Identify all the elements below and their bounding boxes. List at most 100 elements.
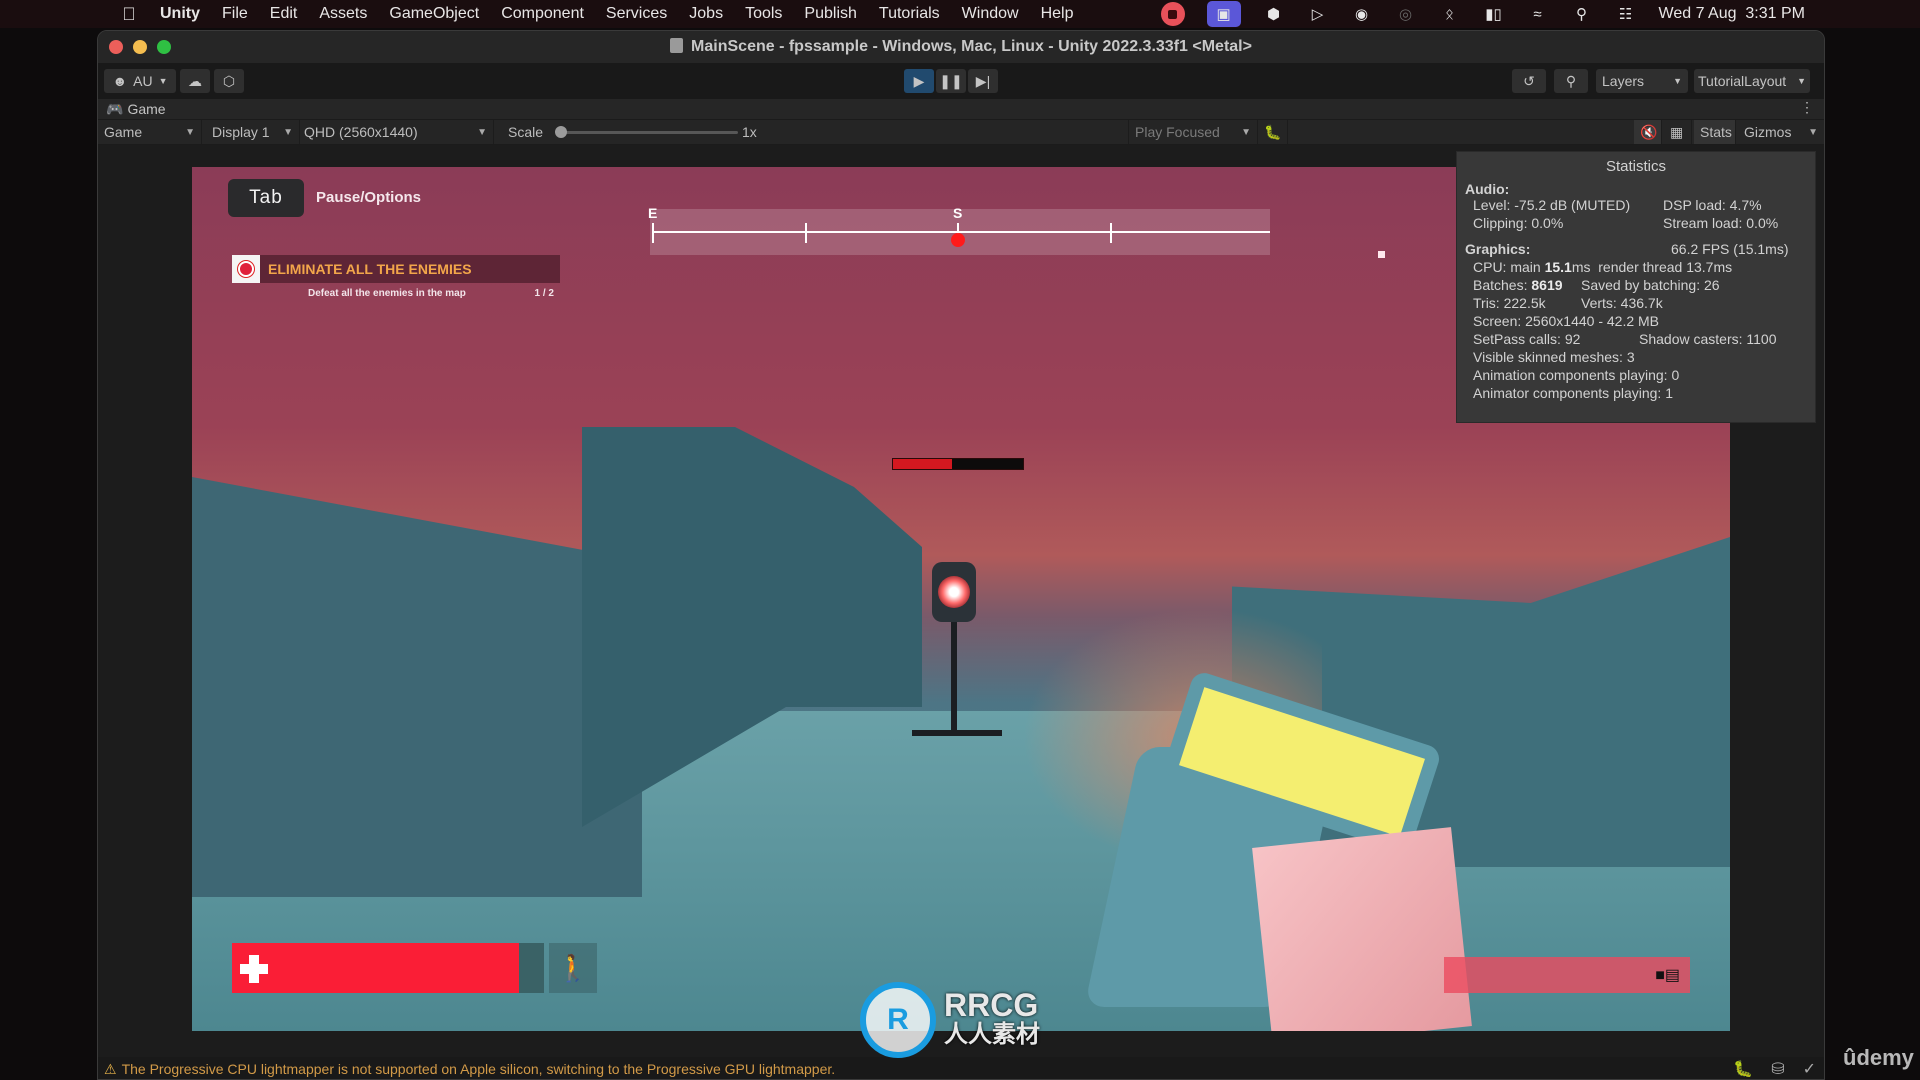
scale-label: Scale [508,124,544,140]
objective-title: ELIMINATE ALL THE ENEMIES [260,255,560,283]
health-cross-icon [240,955,268,983]
cache-server-icon[interactable]: ⛁ [1771,1059,1784,1079]
game-view-tab[interactable]: 🎮 Game ⋮ [98,99,1824,119]
turret-eye [938,576,970,608]
play-icon: ▶ [913,72,925,89]
play-button[interactable]: ▶ [904,69,934,93]
view-mode-dropdown[interactable]: Game ▼ [98,120,202,144]
play-mode-dropdown[interactable]: Play Focused ▼ [1128,120,1258,144]
compass-bar: ES [648,205,1270,255]
debug-off-icon[interactable]: 🐛 [1733,1059,1753,1079]
menu-file[interactable]: File [222,5,248,23]
menu-assets[interactable]: Assets [319,5,367,23]
menu-tools[interactable]: Tools [745,5,782,23]
menu-help[interactable]: Help [1041,5,1074,23]
unity-version-control-button[interactable]: ⬡ [214,69,244,93]
version-control-icon: ⬡ [222,72,236,89]
chevron-down-icon: ▼ [1673,76,1682,86]
enemy-turret [912,562,1002,762]
cloud-button[interactable]: ☁ [180,69,210,93]
status-check-icon[interactable]: ✓ [1803,1059,1816,1079]
battery-icon[interactable]: ▮▯ [1483,3,1505,25]
weapon-ammo-bar: ■▤ [1444,957,1690,993]
menu-publish[interactable]: Publish [804,5,856,23]
window-title: MainScene - fpssample - Windows, Mac, Li… [98,38,1824,56]
audio-level: Level: -75.2 dB (MUTED) [1473,197,1631,213]
display-dropdown[interactable]: Display 1 ▼ [204,120,300,144]
apple-menu-icon[interactable]:  [120,4,138,24]
scene-file-icon [670,38,684,53]
stream-load: Stream load: 0.0% [1663,215,1779,231]
player-health-fill [232,943,520,993]
search-icon: ⚲ [1565,72,1577,89]
shortcuts-button[interactable]: ▦ [1664,120,1692,144]
compass-tick [652,223,654,243]
debug-button[interactable]: 🐛 [1258,120,1288,144]
turret-base [912,730,1002,736]
chevron-down-icon: ▼ [158,76,168,86]
record-stop-icon[interactable] [1160,2,1185,26]
macos-menubar:  Unity File Edit Assets GameObject Comp… [0,0,1920,28]
tab-key-hint: Tab [228,179,304,217]
skinned-meshes: Visible skinned meshes: 3 [1473,349,1635,365]
menu-tutorials[interactable]: Tutorials [879,5,940,23]
keyboard-icon: ▦ [1670,123,1684,140]
objective-description: Defeat all the enemies in the map [308,288,466,299]
chevron-down-icon: ▼ [185,126,195,138]
chevron-down-icon: ▼ [1797,76,1806,86]
verts-count: Verts: 436.7k [1581,295,1663,311]
unity-editor-window: MainScene - fpssample - Windows, Mac, Li… [97,30,1825,1080]
history-icon: ↺ [1523,72,1535,89]
compass-label-e: E [648,205,658,221]
warning-icon: ⚠ [104,1060,117,1077]
step-button[interactable]: ▶| [968,69,998,93]
game-viewport: Tab Pause/Options ELIMINATE ALL THE ENEM… [98,145,1824,1065]
spotlight-search-icon[interactable]: ⚲ [1571,3,1593,25]
undo-history-button[interactable]: ↺ [1512,69,1546,93]
menu-gameobject[interactable]: GameObject [389,5,479,23]
menu-services[interactable]: Services [606,5,667,23]
menu-app-unity[interactable]: Unity [160,5,200,23]
account-dropdown[interactable]: ☻ AU ▼ [104,69,176,93]
statistics-panel: Statistics Audio: Level: -75.2 dB (MUTED… [1456,151,1816,423]
weapon-crystal [1252,827,1472,1031]
waypoint-marker [1378,251,1385,258]
rrcg-logo-icon: R [860,982,936,1058]
mute-icon: 🔇 [1640,123,1658,140]
layout-dropdown[interactable]: TutorialLayout ▼ [1694,69,1810,93]
compass-tick [1109,223,1112,243]
play-circle-icon[interactable]: ▷ [1307,3,1329,25]
layers-dropdown[interactable]: Layers ▼ [1596,69,1688,93]
gamepad-icon: 🎮 [106,100,124,117]
screen-share-icon[interactable]: ▣ [1206,1,1241,27]
scale-slider-handle[interactable] [555,126,567,138]
more-options-icon[interactable]: ⋮ [1800,99,1814,116]
pause-button[interactable]: ❚❚ [936,69,966,93]
menu-component[interactable]: Component [501,5,584,23]
enemy-health-fill [893,459,952,469]
user-circle-icon[interactable]: ◉ [1351,3,1373,25]
bluetooth-icon[interactable]: ᛟ [1439,3,1461,25]
resolution-dropdown[interactable]: QHD (2560x1440) ▼ [300,120,494,144]
control-center-icon[interactable]: ☷ [1615,3,1637,25]
console-status-bar[interactable]: ⚠ The Progressive CPU lightmapper is not… [98,1057,1824,1079]
airdrop-icon[interactable]: ◎ [1395,3,1417,25]
scale-value: 1x [742,124,757,140]
turret-pole [951,622,957,732]
animation-components: Animation components playing: 0 [1473,367,1680,383]
menu-window[interactable]: Window [962,5,1019,23]
gizmos-dropdown[interactable]: Gizmos ▼ [1738,120,1824,144]
scale-slider[interactable] [558,131,738,134]
status-message[interactable]: The Progressive CPU lightmapper is not s… [122,1061,836,1077]
menu-edit[interactable]: Edit [270,5,298,23]
wifi-icon[interactable]: ≈ [1527,3,1549,25]
stats-toggle[interactable]: Stats [1694,120,1736,144]
menubar-clock[interactable]: Wed 7 Aug 3:31 PM [1659,5,1805,23]
tris-count: Tris: 222.5k [1473,295,1546,311]
unity-hub-icon[interactable]: ⬢ [1263,3,1285,25]
search-button[interactable]: ⚲ [1554,69,1588,93]
objective-panel: ELIMINATE ALL THE ENEMIES Defeat all the… [232,255,560,299]
mute-audio-button[interactable]: 🔇 [1634,120,1662,144]
bug-icon: 🐛 [1264,123,1282,140]
menu-jobs[interactable]: Jobs [689,5,723,23]
